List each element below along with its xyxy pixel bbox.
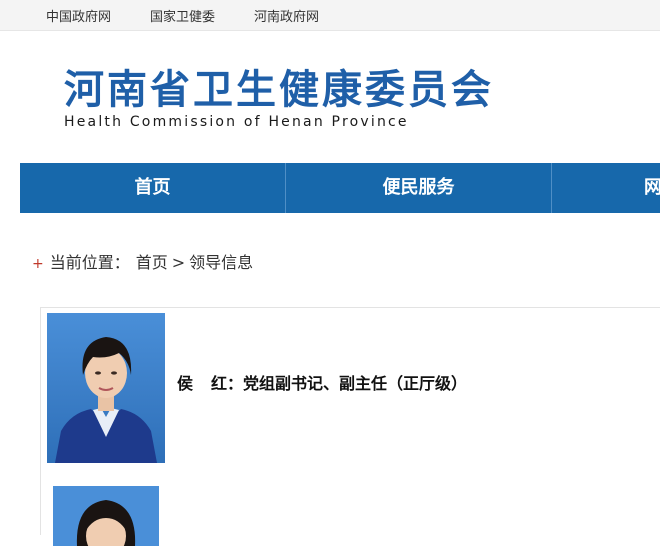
breadcrumb-current: 领导信息 <box>189 253 254 272</box>
breadcrumb-separator: > <box>171 253 186 272</box>
link-gov-cn[interactable]: 中国政府网 <box>46 6 111 25</box>
leader-item <box>41 486 660 546</box>
plus-icon: + <box>32 256 44 272</box>
nav-item-services[interactable]: 便民服务 <box>286 163 552 213</box>
leader-name-part1: 侯 <box>177 374 194 393</box>
link-henan-gov[interactable]: 河南政府网 <box>254 6 319 25</box>
site-title[interactable]: 河南省卫生健康委员会 <box>64 67 494 113</box>
leader-photo[interactable] <box>47 313 165 463</box>
leader-info[interactable]: 侯红：党组副书记、副主任（正厅级） <box>177 370 467 394</box>
nav-item-home[interactable]: 首页 <box>20 163 286 213</box>
site-subtitle: Health Commission of Henan Province <box>64 114 409 130</box>
breadcrumb-label: 当前位置： <box>49 253 130 272</box>
leader-item: 侯红：党组副书记、副主任（正厅级） <box>41 308 660 478</box>
nav-item-partial[interactable]: 网 <box>552 163 660 213</box>
leader-photo[interactable] <box>53 486 159 546</box>
link-nhc[interactable]: 国家卫健委 <box>150 6 215 25</box>
leader-title: 党组副书记、副主任（正厅级） <box>243 374 468 393</box>
site-header: 河南省卫生健康委员会 Health Commission of Henan Pr… <box>0 31 660 163</box>
leaders-list: 侯红：党组副书记、副主任（正厅级） <box>40 307 660 546</box>
main-nav: 首页 便民服务 网 <box>20 163 660 213</box>
breadcrumb-home-link[interactable]: 首页 <box>136 253 168 272</box>
breadcrumb: + 当前位置： 首页 > 领导信息 <box>32 249 253 273</box>
leader-name-part2: 红： <box>211 374 244 393</box>
top-links-bar: 中国政府网 国家卫健委 河南政府网 <box>0 0 660 31</box>
